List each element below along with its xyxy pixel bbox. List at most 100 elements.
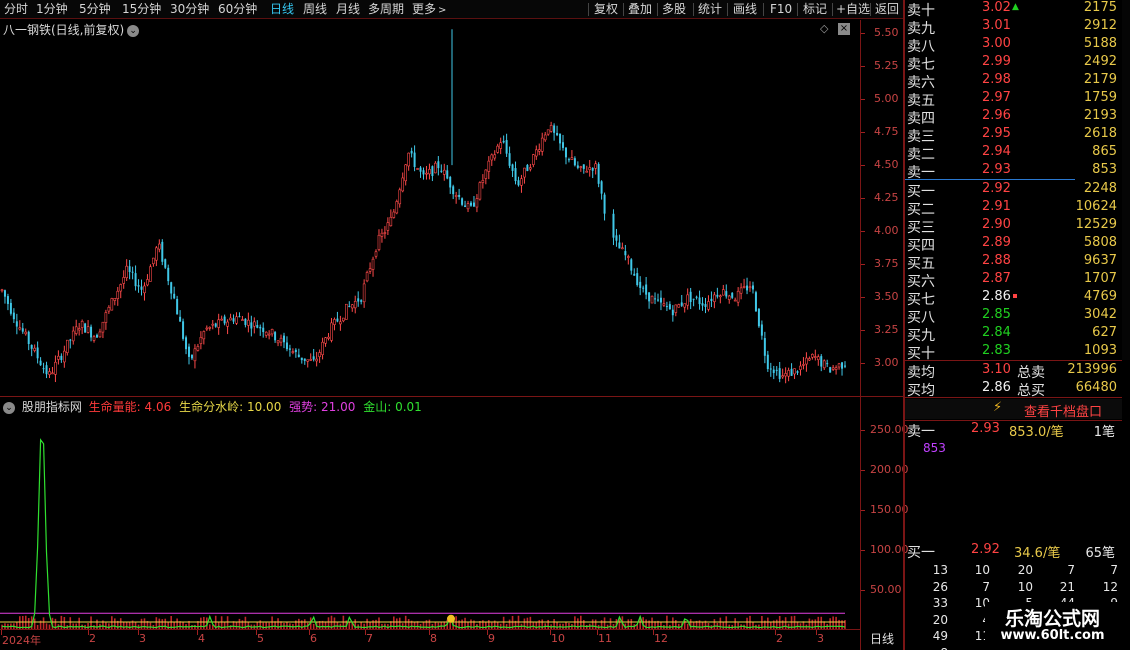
indicator-title[interactable]: 股朋指标网 (22, 400, 82, 414)
ask-row[interactable]: 卖七 2.99 2492 (907, 54, 1117, 73)
chevron-down-icon[interactable]: ⌄ (3, 401, 15, 414)
mark-button[interactable]: 标记 (803, 2, 827, 17)
candle (559, 133, 562, 151)
candle (262, 322, 265, 338)
queue-order-cell: 21 (1059, 579, 1075, 594)
candle (371, 256, 375, 277)
bid-row[interactable]: 买三 2.90 12529 (907, 217, 1117, 236)
ask-row[interactable]: 卖三 2.95 2618 (907, 126, 1117, 145)
bid-row[interactable]: 买五 2.88 9637 (907, 253, 1117, 272)
bid-row[interactable]: 买八 2.85 3042 (907, 307, 1117, 326)
multi-stock-button[interactable]: 多股 (662, 2, 686, 17)
candle (161, 239, 164, 266)
candle (401, 172, 405, 193)
candle (790, 363, 793, 376)
queue-order-cell: 49 (932, 629, 948, 643)
period-label[interactable]: 日线 (860, 629, 903, 650)
ask-row[interactable]: 卖六 2.98 2179 (907, 72, 1117, 91)
bid-row[interactable]: 买十 2.83 1093 (907, 343, 1117, 362)
candle (662, 297, 666, 307)
ask-row[interactable]: 卖九 3.01 2912 (907, 18, 1117, 37)
candle (12, 308, 15, 324)
price-tick: 4.00 (874, 224, 899, 238)
candle (113, 297, 117, 306)
ask-row[interactable]: 卖一 2.93 853 (907, 162, 1117, 181)
bid-row[interactable]: 买七 2.86 4769 (907, 289, 1117, 308)
candle (267, 330, 271, 340)
indicator-bar (90, 616, 92, 630)
back-button[interactable]: 返回 (875, 2, 899, 17)
fuquan-button[interactable]: 复权 (594, 2, 618, 17)
candle (348, 301, 351, 308)
bid-row[interactable]: 买四 2.89 5808 (907, 235, 1117, 254)
more-menu-button[interactable]: 更多 > (412, 2, 446, 17)
candle (176, 295, 179, 315)
draw-line-button[interactable]: 画线 (733, 2, 757, 17)
candle (502, 135, 505, 144)
bid-price: 2.92 (982, 181, 1011, 196)
bid-volume: 4769 (1083, 289, 1117, 304)
period-tab-fenshi[interactable]: 分时 (4, 2, 28, 17)
period-tab-weekly[interactable]: 周线 (303, 2, 327, 17)
add-watchlist-button[interactable]: +自选 (836, 2, 870, 17)
overlay-button[interactable]: 叠加 (628, 2, 652, 17)
period-tab-5min[interactable]: 5分钟 (79, 2, 111, 17)
candle (837, 362, 841, 370)
candle (523, 167, 526, 184)
candle (434, 161, 437, 174)
f10-button[interactable]: F10 (770, 2, 792, 17)
month-tick (653, 630, 654, 635)
candle (321, 337, 324, 360)
candle (15, 313, 18, 335)
period-tab-monthly[interactable]: 月线 (336, 2, 360, 17)
candlestick-chart[interactable] (0, 20, 903, 396)
ask-row[interactable]: 卖八 3.00 5188 (907, 36, 1117, 55)
period-tab-60min[interactable]: 60分钟 (218, 2, 257, 17)
candle (51, 366, 54, 375)
month-label: 2024年 (2, 634, 41, 647)
candle (303, 358, 306, 365)
ask-label: 卖八 (907, 39, 935, 55)
candle (493, 150, 497, 161)
bid-row[interactable]: 买六 2.87 1707 (907, 271, 1117, 290)
indicator-chart[interactable] (0, 414, 903, 630)
candle (763, 331, 766, 364)
candle (30, 344, 33, 357)
ask-row[interactable]: 卖四 2.96 2193 (907, 108, 1117, 127)
candle (481, 174, 485, 189)
queue-ask-info: 853.0/笔 (1009, 425, 1064, 440)
bid-row[interactable]: 买九 2.84 627 (907, 325, 1117, 344)
candle (442, 163, 446, 181)
candle (327, 333, 330, 341)
period-tab-1min[interactable]: 1分钟 (36, 2, 68, 17)
statistics-button[interactable]: 统计 (698, 2, 722, 17)
candle (844, 361, 846, 369)
period-tab-30min[interactable]: 30分钟 (170, 2, 209, 17)
avg-sell-row: 卖均 3.10 总卖 213996 (907, 362, 1117, 381)
candle (689, 287, 692, 310)
candle (101, 321, 105, 339)
ask-label: 卖九 (907, 21, 935, 37)
ask-row[interactable]: 卖二 2.94 865 (907, 144, 1117, 163)
spread-line (905, 179, 1075, 180)
thousand-depth-label: 查看千档盘口 (1024, 405, 1103, 420)
candle (188, 343, 191, 365)
period-tab-multi[interactable]: 多周期 (368, 2, 404, 17)
thousand-depth-button[interactable]: ⚡ 查看千档盘口 (905, 399, 1122, 420)
candle (66, 339, 69, 356)
month-label: 2 (776, 632, 783, 645)
candle (336, 311, 339, 323)
ask-row[interactable]: 卖五 2.97 1759 (907, 90, 1117, 109)
month-label: 5 (257, 632, 264, 645)
queue-order-cell: 7 (982, 579, 990, 594)
period-tab-15min[interactable]: 15分钟 (122, 2, 161, 17)
bid-row[interactable]: 买一 2.92 2248 (907, 181, 1117, 200)
candle (33, 344, 36, 353)
bid-label: 买四 (907, 238, 935, 254)
indicator-bar (574, 616, 576, 630)
period-tab-daily[interactable]: 日线 (270, 2, 294, 17)
candle (345, 303, 348, 320)
bid-row[interactable]: 买二 2.91 10624 (907, 199, 1117, 218)
candle (603, 192, 606, 221)
candle (787, 367, 790, 382)
